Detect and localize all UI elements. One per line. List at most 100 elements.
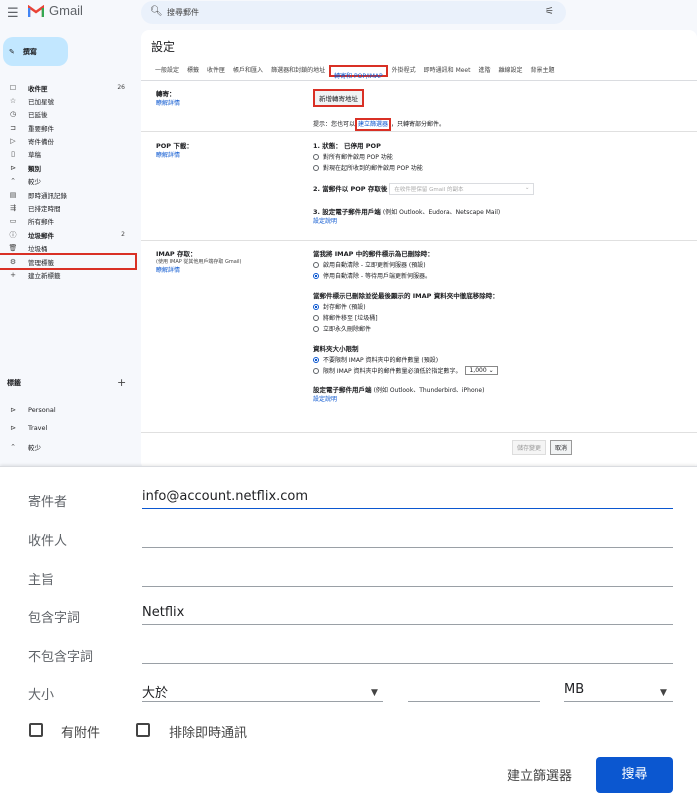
size-operator-select[interactable]: 大於 (142, 682, 383, 702)
radio-icon[interactable] (313, 164, 319, 171)
search-icon[interactable]: 🔍︎ (150, 6, 163, 17)
sidebar-item-label: 管理標籤 (28, 258, 54, 267)
add-label-icon[interactable]: + (117, 376, 126, 389)
sidebar-item[interactable]: ⓘ 垃圾郵件 2 (0, 228, 135, 241)
sidebar-item[interactable]: ◷ 已延後 (0, 108, 135, 121)
sidebar-item[interactable]: ⌃ 較少 (0, 175, 135, 188)
tab[interactable]: 帳戶和匯入 (229, 65, 267, 77)
imap-setup-link[interactable]: 設定說明 (313, 394, 693, 403)
save-changes-button[interactable]: 儲存變更 (512, 440, 547, 455)
sidebar-item[interactable]: ▤ 即時通訊記錄 (0, 188, 135, 201)
sidebar-item[interactable]: ▷ 寄件備份 (0, 135, 135, 148)
sidebar-item[interactable]: ⚙ 管理標籤 (0, 253, 137, 271)
pop-client-heading: 3. 設定電子郵件用戶端 (313, 208, 381, 216)
tab[interactable]: 標籤 (183, 65, 203, 77)
cancel-button[interactable]: 取消 (550, 440, 573, 455)
pop-setup-link[interactable]: 設定說明 (313, 216, 693, 225)
sidebar-item[interactable]: ⊳ Personal (0, 401, 135, 419)
size-unit-select[interactable]: MB (564, 682, 673, 702)
option-label: 封存郵件 (預設) (323, 304, 366, 311)
sidebar-item[interactable]: ⌃ 較少 (0, 438, 135, 456)
sidebar-item[interactable]: ⊳ 類別 (0, 161, 135, 174)
not-words-field[interactable] (142, 644, 673, 664)
tab[interactable]: 篩選器和封鎖的地址 (267, 65, 329, 77)
imap-q1-option-1[interactable]: 啟用自動清除 - 立即更新伺服器 (預設) (313, 260, 693, 269)
sidebar-item-label: 寄件備份 (28, 138, 54, 147)
gmail-logo[interactable]: Gmail (28, 3, 83, 18)
sidebar-item-label: 即時通訊記錄 (28, 191, 67, 200)
radio-icon[interactable] (313, 367, 319, 374)
search-bar[interactable]: 🔍︎ 搜尋郵件 ⚟ (141, 1, 566, 24)
add-forwarding-address-button[interactable]: 新增轉寄地址 (313, 89, 364, 107)
create-filter-link[interactable]: 建立篩選器 (355, 118, 392, 131)
radio-icon[interactable] (313, 314, 319, 321)
imap-q3-option-1[interactable]: 不要限制 IMAP 資料夾中的郵件數量 (預設) (313, 355, 693, 364)
has-words-field[interactable]: Netflix (142, 605, 673, 625)
tab[interactable]: 收件匣 (203, 65, 229, 77)
from-field[interactable]: info@account.netflix.com (142, 489, 673, 509)
radio-icon[interactable] (313, 261, 319, 268)
menu-icon[interactable]: ☰ (7, 6, 19, 21)
pop-action-select[interactable]: 在收件匣保留 Gmail 的副本 ⌄ (389, 183, 535, 195)
imap-q2-option-3[interactable]: 立即永久刪除郵件 (313, 324, 693, 333)
imap-q2-option-1[interactable]: 封存郵件 (預設) (313, 302, 693, 311)
pop-heading: POP 下載： (156, 142, 193, 150)
imap-q1-option-2[interactable]: 停用自動清除 - 等待用戶端更新伺服器。 (313, 271, 693, 280)
size-value-field[interactable] (408, 682, 540, 702)
tab[interactable]: 即時通訊和 Meet (420, 65, 475, 77)
search-input[interactable]: 搜尋郵件 (167, 7, 199, 18)
sidebar-item[interactable]: ⊐ 重要郵件 (0, 121, 135, 134)
radio-selected-icon[interactable] (313, 303, 319, 310)
tab[interactable]: 一般設定 (151, 65, 183, 77)
pop-option-now[interactable]: 對現在起所收到的郵件啟用 POP 功能 (313, 163, 693, 172)
sidebar-item[interactable]: ▭ 所有郵件 (0, 215, 135, 228)
imap-q2-option-2[interactable]: 將郵件移至 [垃圾桶] (313, 313, 693, 322)
imap-q3-option-2[interactable]: 限制 IMAP 資料夾中的郵件數量必須低於指定數字。 1,000 ⌄ (313, 366, 693, 375)
exclude-chats-checkbox[interactable] (136, 723, 150, 737)
sidebar-item[interactable]: ☆ 已加星號 (0, 94, 135, 107)
to-label: 收件人 (28, 534, 68, 549)
compose-button[interactable]: ✎ 撰寫 (3, 37, 68, 66)
sidebar-item-label: 已加星號 (28, 97, 54, 106)
sidebar-item[interactable]: ⇶ 已排定時間 (0, 202, 135, 215)
radio-selected-icon[interactable] (313, 356, 319, 363)
option-label: 啟用自動清除 - 立即更新伺服器 (預設) (323, 262, 426, 269)
gmail-window: ☰ Gmail 🔍︎ 搜尋郵件 ⚟ ✎ 撰寫 ☐ 收件匣 26 ☆ 已加星號 ◷ 已延後 ⊐ 重… (0, 0, 697, 470)
imap-learn-more-link[interactable]: 瞭解詳情 (156, 265, 241, 274)
subject-field[interactable] (142, 567, 673, 587)
imap-limit-select[interactable]: 1,000 ⌄ (465, 366, 498, 375)
forward-section-label: 轉寄： 瞭解詳情 (156, 88, 180, 107)
to-field[interactable] (142, 528, 673, 548)
sidebar-item-label: 草稿 (28, 151, 41, 160)
radio-icon[interactable] (313, 153, 319, 160)
tab[interactable]: 外掛程式 (388, 65, 420, 77)
forward-learn-more-link[interactable]: 瞭解詳情 (156, 98, 180, 107)
radio-selected-icon[interactable] (313, 272, 319, 279)
tab[interactable]: 背景主題 (527, 65, 559, 77)
option-label: 立即永久刪除郵件 (323, 326, 372, 333)
sidebar-item-label: 已延後 (28, 111, 48, 120)
divider (141, 131, 697, 132)
search-options-icon[interactable]: ⚟ (545, 6, 554, 17)
sidebar-item[interactable]: + 建立新標籤 (0, 268, 135, 281)
has-attachment-checkbox[interactable] (29, 723, 43, 737)
tab[interactable]: 進階 (474, 65, 494, 77)
pop-learn-more-link[interactable]: 瞭解詳情 (156, 150, 193, 159)
gear-icon: ⚙ (9, 257, 17, 266)
tab[interactable]: 離線設定 (495, 65, 527, 77)
sidebar-item[interactable]: ▯ 草稿 (0, 148, 135, 161)
radio-icon[interactable] (313, 325, 319, 332)
imap-client-heading: 設定電子郵件用戶端 (313, 386, 372, 394)
labels-list: ⊳ Personal ⊳ Travel ⌃ 較少 (0, 401, 135, 456)
search-button[interactable]: 搜尋 (596, 757, 673, 793)
sidebar-item-label: Personal (28, 406, 56, 414)
sidebar-item[interactable]: ☐ 收件匣 26 (0, 81, 135, 94)
sidebar-item[interactable]: 🗑︎ 垃圾桶 (0, 242, 135, 255)
settings-panel: 設定 一般設定 標籤 收件匣 帳戶和匯入 篩選器和封鎖的地址 轉寄和 POP/IMAP 外掛… (141, 30, 697, 470)
create-filter-button[interactable]: 建立篩選器 (507, 765, 572, 784)
tab[interactable]: 轉寄和 POP/IMAP (329, 65, 388, 80)
pop-option-all[interactable]: 對所有郵件啟用 POP 功能 (313, 152, 693, 161)
sidebar-item[interactable]: ⊳ Travel (0, 419, 135, 437)
imap-q1: 當我將 IMAP 中的郵件標示為已刪除時： (313, 250, 434, 258)
page-title: 設定 (151, 40, 176, 54)
